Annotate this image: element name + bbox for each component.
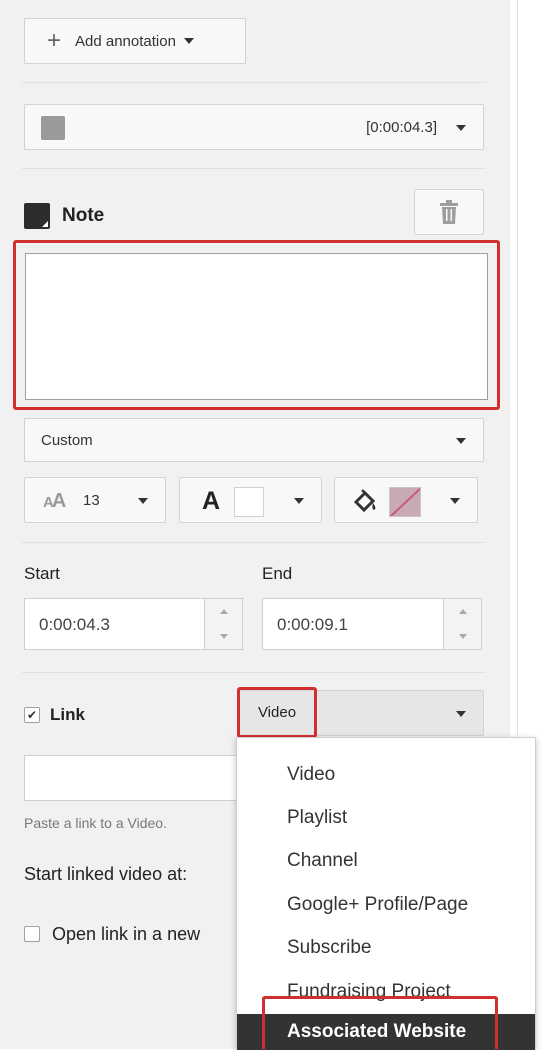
chevron-down-icon xyxy=(183,38,194,44)
decrement-icon[interactable] xyxy=(219,634,228,639)
highlight-box-associated-website xyxy=(262,996,498,1049)
end-time-input[interactable]: 0:00:09.1 xyxy=(262,598,444,650)
add-annotation-label: Add annotation xyxy=(75,32,176,50)
open-new-window-row[interactable]: Open link in a new xyxy=(24,923,200,945)
menu-item-label: Video xyxy=(287,763,336,785)
open-new-window-checkbox[interactable] xyxy=(24,926,40,942)
open-new-window-label: Open link in a new xyxy=(52,923,201,944)
font-size-select[interactable]: AA 13 xyxy=(24,477,166,523)
start-time-input[interactable]: 0:00:04.3 xyxy=(24,598,205,650)
link-checkbox-row[interactable]: ✔ Link xyxy=(24,705,85,725)
chevron-down-icon xyxy=(456,438,466,444)
menu-item-subscribe[interactable]: Subscribe xyxy=(237,926,535,969)
chevron-down-icon xyxy=(138,498,148,504)
menu-item-channel[interactable]: Channel xyxy=(237,839,535,882)
note-icon xyxy=(24,203,50,229)
annotation-selector[interactable]: [0:00:04.3] xyxy=(24,104,484,150)
paint-bucket-icon xyxy=(353,489,376,513)
background-color-select[interactable] xyxy=(334,477,478,523)
menu-item-label: Google+ Profile/Page xyxy=(287,893,469,915)
link-url-input[interactable] xyxy=(24,755,264,801)
divider xyxy=(22,542,486,543)
font-size-value: 13 xyxy=(83,492,100,509)
add-annotation-button[interactable]: + Add annotation xyxy=(24,18,246,64)
note-heading: Note xyxy=(24,203,104,229)
menu-item-google-plus[interactable]: Google+ Profile/Page xyxy=(237,883,535,926)
end-label: End xyxy=(262,564,293,583)
increment-icon[interactable] xyxy=(458,609,467,614)
start-linked-video-label: Start linked video at: xyxy=(24,864,188,884)
style-select[interactable]: Custom xyxy=(24,418,484,462)
link-type-value: Video xyxy=(257,704,297,721)
link-label: Link xyxy=(50,705,85,724)
note-heading-label: Note xyxy=(62,205,105,226)
menu-item-label: Subscribe xyxy=(287,936,372,958)
trash-icon xyxy=(440,200,458,224)
menu-item-label: Playlist xyxy=(287,806,348,828)
divider xyxy=(22,672,486,673)
divider xyxy=(22,82,486,83)
divider xyxy=(22,168,486,169)
background-color-swatch xyxy=(389,487,421,517)
increment-icon[interactable] xyxy=(219,609,228,614)
font-size-icon: AA xyxy=(43,490,66,512)
highlight-box-link-type: Video xyxy=(237,687,317,738)
chevron-down-icon xyxy=(456,125,466,131)
text-color-swatch xyxy=(234,487,264,517)
link-hint: Paste a link to a Video. xyxy=(24,815,167,831)
style-select-value: Custom xyxy=(41,432,93,449)
delete-button[interactable] xyxy=(414,189,484,235)
chevron-down-icon xyxy=(294,498,304,504)
menu-item-playlist[interactable]: Playlist xyxy=(237,796,535,839)
end-time-value: 0:00:09.1 xyxy=(277,615,348,634)
chevron-down-icon xyxy=(450,498,460,504)
decrement-icon[interactable] xyxy=(458,634,467,639)
plus-icon: + xyxy=(47,27,62,54)
chevron-down-icon xyxy=(456,711,466,717)
start-time-value: 0:00:04.3 xyxy=(39,615,110,634)
start-time-stepper[interactable] xyxy=(205,598,243,650)
start-label: Start xyxy=(24,564,60,583)
menu-item-label: Channel xyxy=(287,849,358,871)
note-swatch-icon xyxy=(41,116,65,140)
note-textarea[interactable] xyxy=(25,253,488,400)
text-color-select[interactable]: A xyxy=(179,477,322,523)
text-color-icon: A xyxy=(202,487,221,515)
menu-item-video[interactable]: Video xyxy=(237,753,535,796)
link-checkbox[interactable]: ✔ xyxy=(24,707,40,723)
timestamp-text: [0:00:04.3] xyxy=(366,119,437,136)
end-time-stepper[interactable] xyxy=(444,598,482,650)
